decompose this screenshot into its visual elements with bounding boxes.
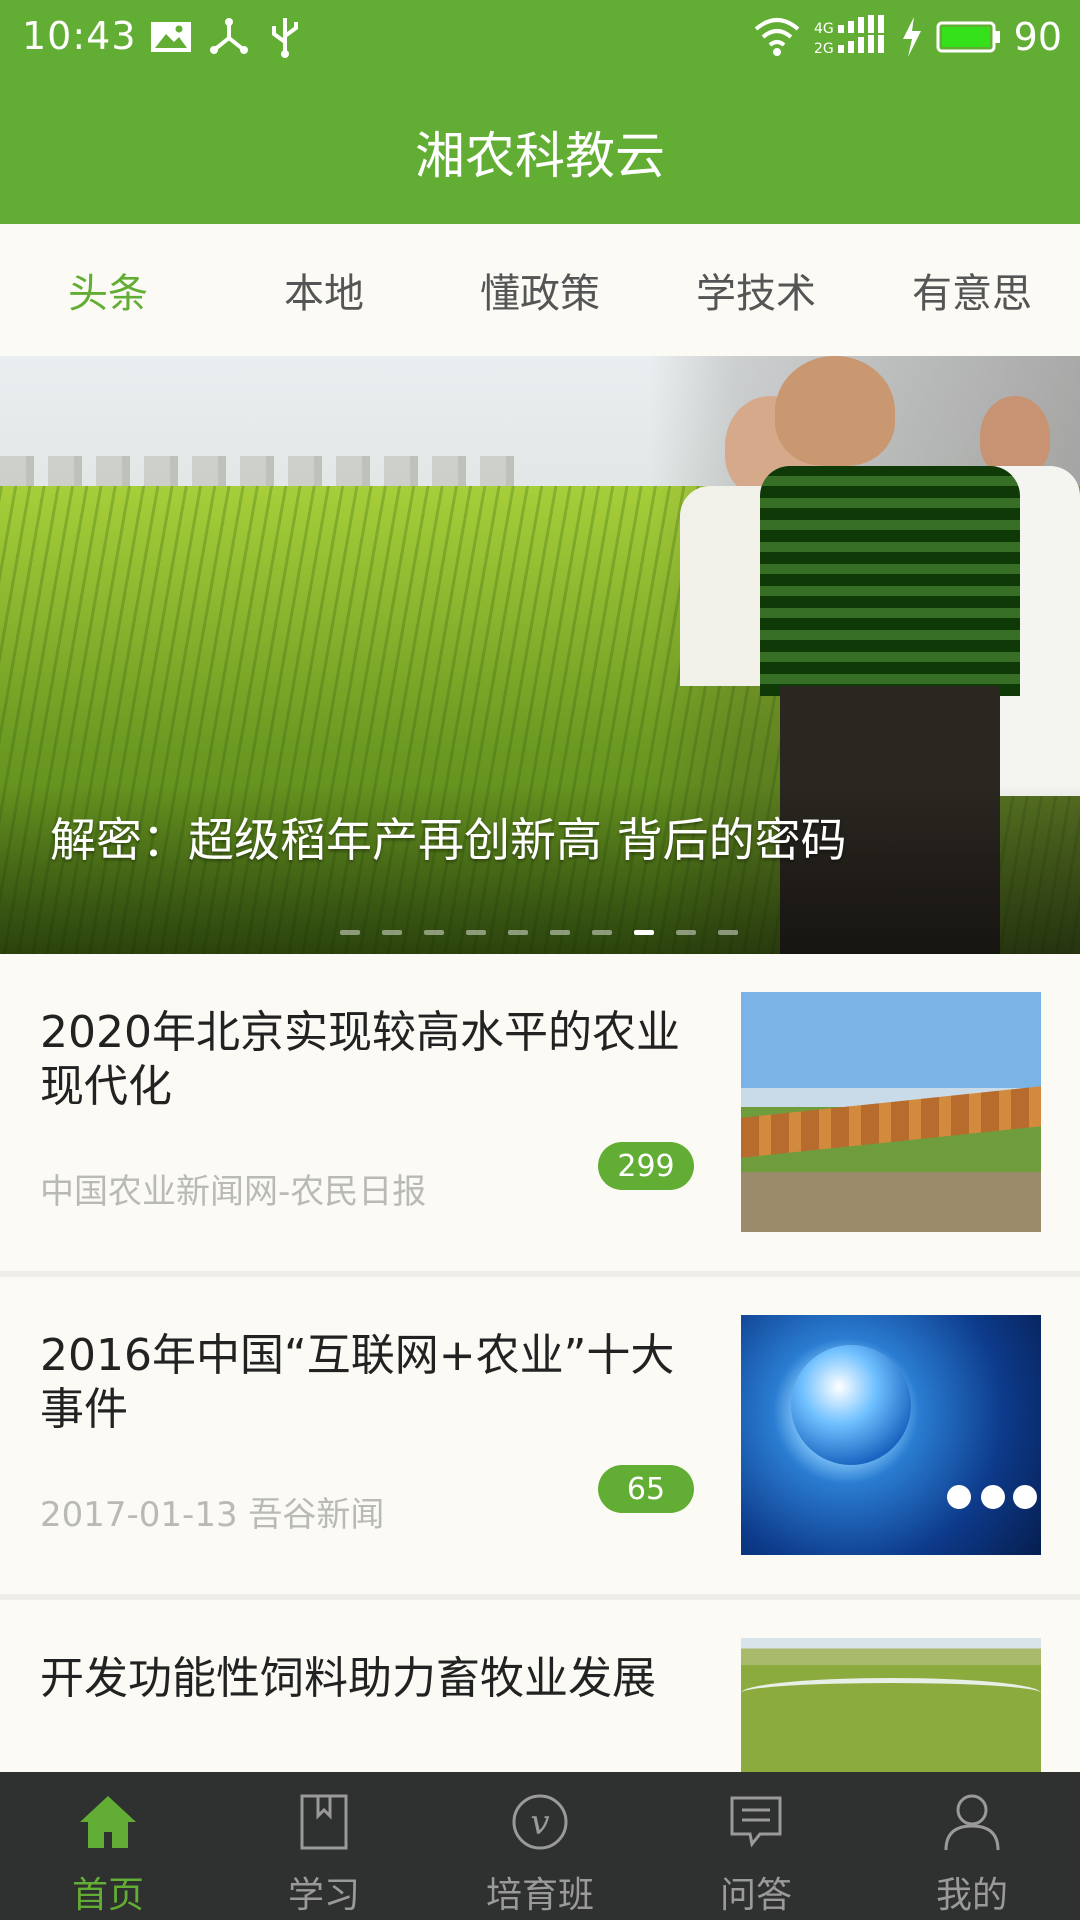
battery-level: 90 (1013, 15, 1062, 59)
news-source: 2017-01-13 吾谷新闻 (40, 1495, 385, 1535)
status-time: 10:43 (22, 14, 137, 58)
comment-count-badge: 299 (598, 1142, 694, 1190)
carousel-dot[interactable] (550, 930, 570, 935)
nav-label: 我的 (935, 1875, 1008, 1916)
banner-carousel[interactable]: 解密：超级稻年产再创新高 背后的密码 (0, 356, 1080, 954)
nav-qa[interactable]: 问答 (648, 1772, 864, 1920)
tab-local[interactable]: 本地 (216, 224, 432, 356)
book-icon (300, 1794, 348, 1850)
tab-technology[interactable]: 学技术 (648, 224, 864, 356)
carousel-dot[interactable] (676, 930, 696, 935)
nav-label: 培育班 (485, 1875, 594, 1916)
share-icon (210, 18, 248, 54)
news-item[interactable]: 开发功能性饲料助力畜牧业发展 (0, 1600, 1080, 1772)
thumbnail-clock (947, 1485, 971, 1509)
status-right: 4G 2G 90 (752, 12, 1062, 62)
signal-icon: 4G 2G (814, 15, 884, 57)
carousel-dot[interactable] (382, 930, 402, 935)
category-tabs: 头条 本地 懂政策 学技术 有意思 (0, 224, 1080, 356)
nav-profile[interactable]: 我的 (864, 1772, 1080, 1920)
wifi-icon (754, 18, 799, 56)
status-bar: 10:43 4G 2G 90 (0, 0, 1080, 76)
carousel-dots (340, 930, 738, 935)
svg-text:2G: 2G (814, 41, 834, 57)
thumbnail-river (741, 1678, 1041, 1708)
person-head (980, 396, 1050, 476)
news-item[interactable]: 2016年中国“互联网+农业”十大事件 2017-01-13 吾谷新闻 65 (0, 1277, 1080, 1600)
svg-text:4G: 4G (814, 21, 834, 37)
carousel-dot[interactable] (424, 930, 444, 935)
user-icon (944, 1794, 1000, 1851)
news-thumbnail (741, 1638, 1041, 1772)
charging-icon (902, 17, 921, 57)
thumbnail-clock (1013, 1485, 1037, 1509)
thumbnail-wall (741, 1086, 1041, 1158)
carousel-dot[interactable] (592, 930, 612, 935)
image-icon (151, 22, 191, 52)
news-source: 中国农业新闻网-农民日报 (40, 1172, 427, 1212)
nav-training-class[interactable]: v 培育班 (432, 1772, 648, 1920)
thumbnail-globe (791, 1345, 911, 1465)
news-title: 2016年中国“互联网+农业”十大事件 (40, 1330, 675, 1435)
carousel-dot[interactable] (508, 930, 528, 935)
person-body (760, 466, 1020, 696)
person-head (775, 356, 895, 466)
nav-label: 首页 (71, 1875, 144, 1916)
v-circle-icon: v (512, 1794, 568, 1850)
carousel-dot[interactable] (718, 930, 738, 935)
bottom-nav: 首页 学习 v 培育班 问答 我的 (0, 1772, 1080, 1920)
tab-headlines[interactable]: 头条 (0, 224, 216, 356)
tab-policy[interactable]: 懂政策 (432, 224, 648, 356)
tab-interesting[interactable]: 有意思 (864, 224, 1080, 356)
news-title: 2020年北京实现较高水平的农业现代化 (40, 1007, 680, 1112)
chat-icon (730, 1796, 782, 1848)
news-title: 开发功能性饲料助力畜牧业发展 (40, 1653, 656, 1704)
carousel-dot-active[interactable] (634, 930, 654, 935)
banner-caption: 解密：超级稻年产再创新高 背后的密码 (50, 813, 847, 867)
news-thumbnail (741, 1315, 1041, 1555)
nav-label: 问答 (719, 1875, 792, 1916)
nav-home[interactable]: 首页 (0, 1772, 216, 1920)
nav-study[interactable]: 学习 (216, 1772, 432, 1920)
comment-count-badge: 65 (598, 1465, 694, 1513)
app-bar: 湘农科教云 (0, 76, 1080, 224)
home-icon (80, 1796, 136, 1848)
battery-icon (936, 21, 1000, 53)
svg-text:v: v (530, 1803, 549, 1843)
carousel-dot[interactable] (340, 930, 360, 935)
news-thumbnail (741, 992, 1041, 1232)
nav-label: 学习 (287, 1875, 360, 1916)
carousel-dot[interactable] (466, 930, 486, 935)
app-title: 湘农科教云 (415, 127, 665, 185)
news-item[interactable]: 2020年北京实现较高水平的农业现代化 中国农业新闻网-农民日报 299 (0, 954, 1080, 1277)
thumbnail-clock (981, 1485, 1005, 1509)
usb-icon (272, 18, 298, 58)
